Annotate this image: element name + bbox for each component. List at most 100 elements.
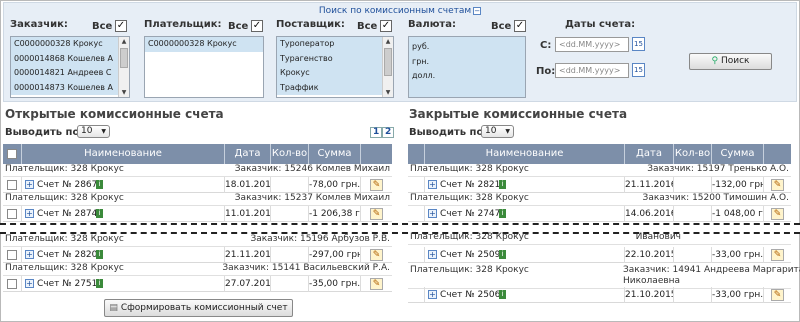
- customer-option[interactable]: 0000014821 Андреев С: [11, 66, 129, 81]
- left-per-page-select[interactable]: 10 ▼: [77, 125, 110, 138]
- invoice-name[interactable]: Счет № 2821: [440, 177, 500, 193]
- table-row[interactable]: +Счет № 2820i 21.11.2016 -297,00 грн. ✎: [3, 247, 392, 263]
- col-date[interactable]: Дата: [625, 144, 674, 164]
- supplier-option[interactable]: Турагенство: [277, 51, 393, 66]
- customer-option[interactable]: 0000014868 Кошелев А: [11, 51, 129, 66]
- edit-icon[interactable]: ✎: [771, 179, 784, 191]
- table-row[interactable]: +Счет № 2751i 27.07.2016 -35,00 грн. ✎: [3, 276, 392, 292]
- date-to-input[interactable]: <dd.MM.yyyy>: [555, 63, 629, 78]
- edit-icon[interactable]: ✎: [370, 249, 383, 261]
- col-qty[interactable]: Кол-во: [674, 144, 712, 164]
- scroll-thumb[interactable]: [384, 48, 392, 76]
- edit-icon[interactable]: ✎: [370, 179, 383, 191]
- supplier-listbox[interactable]: Туроператор Турагенство Крокус Траффик ▲…: [276, 36, 394, 98]
- customer-scrollbar[interactable]: ▲ ▼: [118, 37, 129, 97]
- page-link-1[interactable]: 1: [370, 127, 383, 138]
- table-row[interactable]: + Счет № 2821 i 21.11.2016 -132,00 грн. ✎: [408, 177, 791, 193]
- currency-option[interactable]: долл.: [409, 69, 525, 84]
- row-checkbox[interactable]: [7, 250, 17, 260]
- calendar-icon[interactable]: 15: [632, 63, 645, 77]
- spacer-cell: [408, 144, 425, 164]
- calendar-icon[interactable]: 15: [632, 37, 645, 51]
- expand-icon[interactable]: +: [25, 279, 34, 288]
- edit-icon[interactable]: ✎: [771, 208, 784, 220]
- supplier-option[interactable]: Туроператор: [277, 37, 393, 52]
- col-sum[interactable]: Сумма: [309, 144, 361, 164]
- info-icon[interactable]: i: [499, 290, 506, 299]
- expand-icon[interactable]: +: [428, 290, 437, 299]
- invoice-name[interactable]: Счет № 2747: [440, 206, 500, 222]
- table-row[interactable]: + Счет № 2506 i 21.10.2015 -33,00 грн. ✎: [408, 287, 791, 303]
- search-title-text[interactable]: Поиск по комиссионным счетам: [319, 6, 471, 16]
- expand-icon[interactable]: +: [25, 250, 34, 259]
- payer-option[interactable]: C0000000328 Крокус: [145, 37, 263, 52]
- col-date[interactable]: Дата: [225, 144, 271, 164]
- supplier-all-checkbox[interactable]: ✓: [380, 20, 392, 32]
- info-icon[interactable]: i: [96, 279, 103, 288]
- invoice-name[interactable]: Счет № 2867: [37, 177, 97, 193]
- table-row[interactable]: + Счет № 2747 i 14.06.2016 -1 048,00 гр ✎: [408, 206, 791, 222]
- date-from-input[interactable]: <dd.MM.yyyy>: [555, 37, 629, 52]
- expand-icon[interactable]: +: [25, 180, 34, 189]
- row-edit-cell: ✎: [764, 247, 791, 263]
- payer-listbox[interactable]: C0000000328 Крокус: [144, 36, 264, 98]
- supplier-option[interactable]: Крокус: [277, 66, 393, 81]
- currency-option[interactable]: грн.: [409, 55, 525, 70]
- search-button[interactable]: ⚲ Поиск: [689, 53, 772, 70]
- select-all-checkbox[interactable]: [7, 149, 17, 159]
- info-icon[interactable]: i: [499, 250, 506, 259]
- row-checkbox[interactable]: [7, 279, 17, 289]
- scroll-up-icon[interactable]: ▲: [120, 37, 128, 46]
- supplier-scrollbar[interactable]: ▲ ▼: [382, 37, 393, 97]
- col-name[interactable]: Наименование: [22, 144, 225, 164]
- invoice-name[interactable]: Счет № 2506: [440, 287, 500, 303]
- scroll-down-icon[interactable]: ▼: [120, 88, 128, 97]
- invoice-name[interactable]: Счет № 2820: [37, 247, 97, 263]
- customer-option[interactable]: 0000014873 Кошелев А: [11, 80, 129, 95]
- info-icon[interactable]: i: [499, 209, 506, 218]
- invoice-name[interactable]: Счет № 2509: [440, 247, 500, 263]
- info-icon[interactable]: i: [96, 209, 103, 218]
- col-sum[interactable]: Сумма: [712, 144, 764, 164]
- currency-option[interactable]: руб.: [409, 40, 525, 55]
- edit-icon[interactable]: ✎: [370, 278, 383, 290]
- currency-all-checkbox[interactable]: ✓: [514, 20, 526, 32]
- col-name[interactable]: Наименование: [425, 144, 625, 164]
- customer-listbox[interactable]: C0000000328 Крокус 0000014868 Кошелев А …: [10, 36, 130, 98]
- create-invoice-button[interactable]: ▤ Сформировать комиссионный счет: [104, 299, 293, 317]
- row-checkbox[interactable]: [7, 209, 17, 219]
- edit-icon[interactable]: ✎: [771, 289, 784, 301]
- info-icon[interactable]: i: [96, 180, 103, 189]
- payer-all-checkbox[interactable]: ✓: [251, 20, 263, 32]
- supplier-option[interactable]: Траффик: [277, 80, 393, 95]
- edit-icon[interactable]: ✎: [771, 249, 784, 261]
- invoice-name[interactable]: Счет № 2874: [37, 206, 97, 222]
- scroll-up-icon[interactable]: ▲: [384, 37, 392, 46]
- scroll-thumb[interactable]: [120, 48, 128, 68]
- edit-icon[interactable]: ✎: [370, 208, 383, 220]
- col-qty[interactable]: Кол-во: [271, 144, 309, 164]
- customer-option[interactable]: C0000000328 Крокус: [11, 37, 129, 52]
- info-icon[interactable]: i: [499, 180, 506, 189]
- page-link-2[interactable]: 2: [382, 127, 395, 138]
- invoice-name[interactable]: Счет № 2751: [37, 276, 97, 292]
- currency-listbox[interactable]: руб. грн. долл.: [408, 36, 526, 98]
- customer-label: Заказчик:: [10, 19, 68, 30]
- table-row[interactable]: + Счет № 2509 i 22.10.2015 -33,00 грн. ✎: [408, 247, 791, 263]
- customer-all-checkbox[interactable]: ✓: [115, 20, 127, 32]
- collapse-icon[interactable]: −: [473, 6, 482, 15]
- info-icon[interactable]: i: [96, 250, 103, 259]
- scroll-down-icon[interactable]: ▼: [384, 88, 392, 97]
- select-all-cell[interactable]: [3, 144, 22, 164]
- row-checkbox[interactable]: [7, 180, 17, 190]
- expand-icon[interactable]: +: [428, 180, 437, 189]
- table-row[interactable]: +Счет № 2867i 18.01.2017 -78,00 грн. ✎: [3, 177, 392, 193]
- expand-icon[interactable]: +: [428, 250, 437, 259]
- spacer-cell: [408, 247, 425, 263]
- document-icon: ▤: [109, 303, 118, 313]
- right-per-page-select[interactable]: 10 ▼: [481, 125, 514, 138]
- search-panel-title[interactable]: Поиск по комиссионным счетам −: [4, 6, 796, 16]
- expand-icon[interactable]: +: [428, 209, 437, 218]
- table-row[interactable]: +Счет № 2874i 11.01.2017 -1 206,38 гр ✎: [3, 206, 392, 222]
- expand-icon[interactable]: +: [25, 209, 34, 218]
